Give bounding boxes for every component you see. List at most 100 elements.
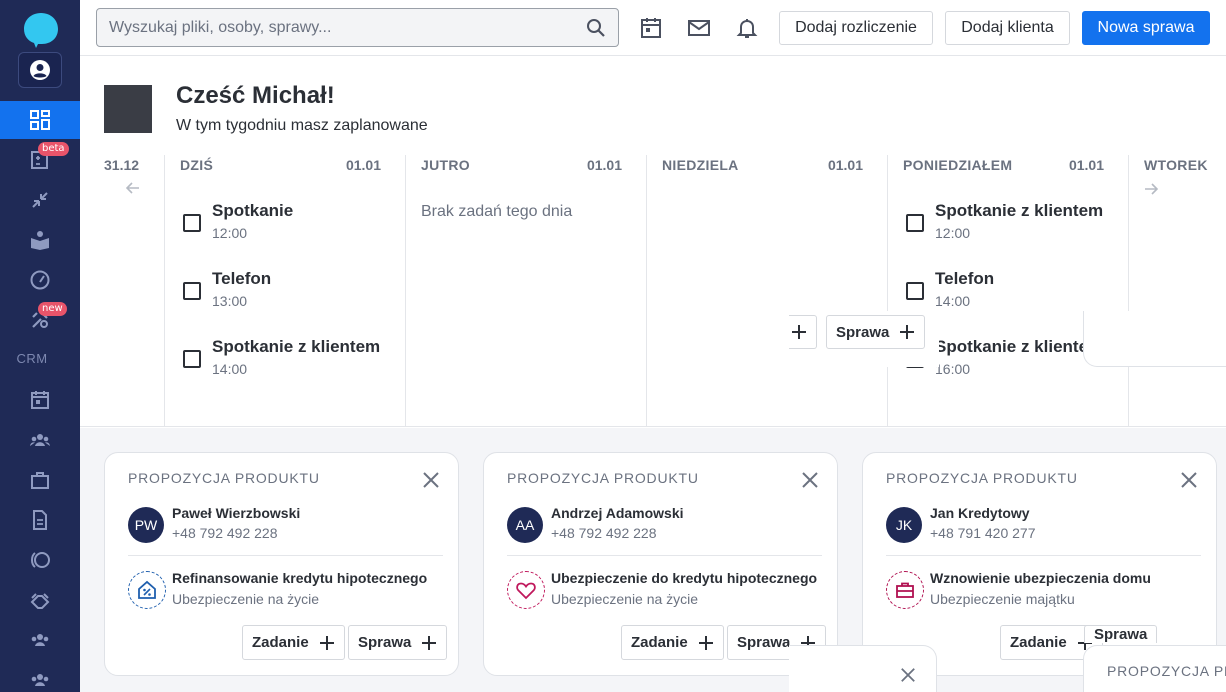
groups-icon bbox=[31, 674, 49, 686]
heart-icon bbox=[516, 582, 536, 600]
day-name: JUTRO bbox=[421, 157, 470, 173]
product-icon-wrap bbox=[886, 571, 924, 609]
person-phone: +48 791 420 277 bbox=[930, 525, 1036, 541]
add-case-label: Sprawa bbox=[737, 634, 791, 651]
task-title: Telefon bbox=[935, 269, 995, 288]
person-name[interactable]: Jan Kredytowy bbox=[930, 505, 1030, 521]
gauge-icon bbox=[30, 270, 50, 290]
mail-icon[interactable] bbox=[687, 16, 711, 40]
arrow-right-icon[interactable] bbox=[1144, 183, 1158, 195]
beta-badge: beta bbox=[38, 142, 69, 156]
greeting-subtitle: W tym tygodniu masz zaplanowane bbox=[176, 117, 428, 134]
logo-icon[interactable] bbox=[22, 11, 60, 49]
add-settlement-button[interactable]: Dodaj rozliczenie bbox=[779, 11, 933, 45]
floating-card-partial: PROPOZYCJA PR bbox=[1083, 645, 1226, 692]
add-task-button[interactable]: Zadanie bbox=[242, 625, 345, 660]
new-case-button[interactable]: Nowa sprawa bbox=[1082, 11, 1210, 45]
task-title: Spotkanie z klientem bbox=[935, 201, 1104, 220]
arrow-left-icon[interactable] bbox=[126, 182, 140, 194]
add-case-button[interactable]: Sprawa bbox=[826, 315, 926, 349]
task-checkbox[interactable] bbox=[183, 282, 201, 300]
divider bbox=[507, 555, 822, 556]
plus-icon bbox=[792, 325, 806, 339]
person-name[interactable]: Paweł Wierzbowski bbox=[172, 505, 300, 521]
briefcase-icon bbox=[31, 472, 49, 489]
floating-overlay-bottom bbox=[789, 645, 937, 692]
calendar-icon bbox=[31, 391, 49, 409]
close-icon[interactable] bbox=[422, 471, 440, 489]
greeting-title: Cześć Michał! bbox=[176, 82, 335, 109]
product-category: Ubezpieczenie majątku bbox=[930, 591, 1075, 607]
nav-deals[interactable] bbox=[0, 581, 80, 619]
card-title: PROPOZYCJA PRODUKTU bbox=[507, 470, 699, 486]
close-icon[interactable] bbox=[1180, 471, 1198, 489]
person-avatar: AA bbox=[507, 507, 543, 543]
add-case-button[interactable]: Sprawa bbox=[348, 625, 448, 660]
add-case-label: Sprawa bbox=[836, 323, 890, 341]
nav-cases[interactable] bbox=[0, 461, 80, 499]
add-case-label: Sprawa bbox=[1094, 626, 1148, 643]
day-name: DZIŚ bbox=[180, 157, 214, 173]
plus-icon bbox=[900, 325, 915, 339]
person-phone: +48 792 492 228 bbox=[551, 525, 657, 541]
task-time: 16:00 bbox=[935, 361, 971, 377]
task-checkbox[interactable] bbox=[183, 214, 201, 232]
prev-date: 31.12 bbox=[104, 157, 140, 173]
task-checkbox[interactable] bbox=[183, 350, 201, 368]
close-icon[interactable] bbox=[900, 667, 916, 683]
nav-calendar[interactable] bbox=[0, 381, 80, 419]
nav-team[interactable] bbox=[0, 621, 80, 659]
person-phone: +48 792 492 228 bbox=[172, 525, 278, 541]
task-checkbox[interactable] bbox=[906, 214, 924, 232]
task-checkbox[interactable] bbox=[906, 282, 924, 300]
card-title: PROPOZYCJA PRODUKTU bbox=[886, 470, 1078, 486]
app-root: beta new CRM Wyszukaj pliki, osoby, spra… bbox=[0, 0, 1226, 692]
bell-icon[interactable] bbox=[735, 16, 759, 40]
nav-dashboard[interactable] bbox=[0, 101, 80, 139]
nav-knowledge[interactable] bbox=[0, 221, 80, 259]
close-icon[interactable] bbox=[801, 471, 819, 489]
crm-section-label: CRM bbox=[16, 351, 48, 366]
cycle-icon bbox=[31, 552, 50, 568]
briefcase-icon bbox=[896, 582, 914, 598]
day-date: 01.01 bbox=[1068, 157, 1104, 173]
divider bbox=[886, 555, 1201, 556]
product-suggestion-card: PROPOZYCJA PRODUKTU AA Andrzej Adamowski… bbox=[483, 452, 838, 676]
person-avatar: PW bbox=[128, 507, 164, 543]
product-suggestion-card: PROPOZYCJA PRODUKTU JK Jan Kredytowy +48… bbox=[862, 452, 1217, 676]
top-bar: Dodaj rozliczenie Dodaj klienta Nowa spr… bbox=[80, 0, 1226, 56]
nav-loop[interactable] bbox=[0, 541, 80, 579]
nav-clients[interactable] bbox=[0, 421, 80, 459]
house-percent-icon bbox=[138, 580, 156, 599]
week-planner: 31.12 DZIŚ 01.01 Spotkanie 12:00 Telefon… bbox=[80, 150, 1226, 427]
floating-card-fragment bbox=[1083, 311, 1226, 367]
add-task-label: Zadanie bbox=[631, 634, 688, 651]
sidebar: beta new CRM bbox=[0, 0, 80, 692]
search-input[interactable] bbox=[97, 9, 567, 46]
day-column-monday: PONIEDZIAŁEM 01.01 Spotkanie z klientem … bbox=[887, 155, 1128, 427]
add-task-label: Zadanie bbox=[252, 634, 309, 651]
nav-groups[interactable] bbox=[0, 661, 80, 692]
add-task-button[interactable]: Zadanie bbox=[621, 625, 724, 660]
add-client-button[interactable]: Dodaj klienta bbox=[945, 11, 1070, 45]
task-time: 13:00 bbox=[212, 293, 248, 309]
calendar-icon[interactable] bbox=[639, 16, 663, 40]
add-case-button[interactable]: Sprawa bbox=[1084, 625, 1158, 643]
search-icon[interactable] bbox=[586, 18, 606, 38]
task-title: Telefon bbox=[212, 269, 272, 288]
person-name[interactable]: Andrzej Adamowski bbox=[551, 505, 684, 521]
account-button[interactable] bbox=[18, 52, 62, 88]
product-category: Ubezpieczenie na życie bbox=[172, 591, 320, 607]
task-time: 12:00 bbox=[935, 225, 971, 241]
nav-performance[interactable] bbox=[0, 261, 80, 299]
empty-day-text: Brak zadań tego dnia bbox=[421, 203, 573, 220]
day-column-today: DZIŚ 01.01 Spotkanie 12:00 Telefon 13:00… bbox=[164, 155, 405, 427]
nav-documents[interactable] bbox=[0, 501, 80, 539]
day-date: 01.01 bbox=[586, 157, 622, 173]
nav-merge[interactable] bbox=[0, 181, 80, 219]
day-column-sunday: NIEDZIELA 01.01 bbox=[646, 155, 887, 427]
add-task-button-partial[interactable] bbox=[789, 315, 817, 349]
task-title: Spotkanie z klientem bbox=[935, 337, 1088, 356]
product-icon-wrap bbox=[507, 571, 545, 609]
day-name: PONIEDZIAŁEM bbox=[903, 157, 1013, 173]
